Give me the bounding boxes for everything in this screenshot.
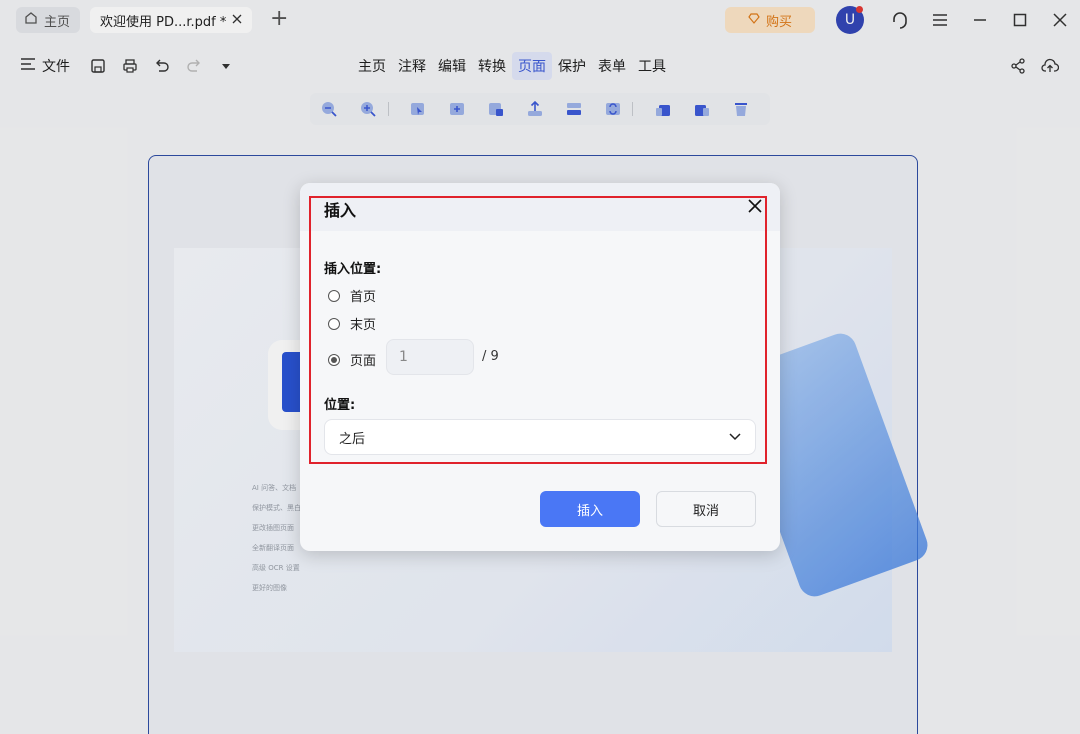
option-first-page[interactable]: 首页 (328, 286, 376, 305)
page-number-input[interactable]: 1 (386, 339, 474, 375)
placement-select[interactable]: 之后 (324, 419, 756, 455)
option-last-page[interactable]: 末页 (328, 314, 376, 333)
dialog-header: 插入 (300, 183, 780, 231)
placement-label: 位置: (324, 398, 356, 413)
cancel-button[interactable]: 取消 (656, 491, 756, 527)
page-total: / 9 (482, 349, 499, 364)
option-label: 末页 (350, 318, 377, 333)
option-label: 页面 (350, 354, 377, 369)
option-page[interactable]: 页面 (328, 350, 376, 369)
dialog-title: 插入 (324, 201, 357, 220)
insert-position-label: 插入位置: (324, 262, 382, 277)
radio-button[interactable] (328, 289, 340, 302)
placement-value: 之后 (339, 431, 366, 447)
insert-dialog: 插入 插入位置: 首页 末页 页面 1 / 9 位置: 之后 插入 取消 (300, 183, 780, 551)
radio-button-checked[interactable] (328, 353, 340, 366)
close-icon[interactable] (747, 198, 763, 214)
chevron-down-icon (729, 430, 741, 445)
insert-button[interactable]: 插入 (540, 491, 640, 527)
radio-button[interactable] (328, 317, 340, 330)
option-label: 首页 (350, 290, 377, 305)
